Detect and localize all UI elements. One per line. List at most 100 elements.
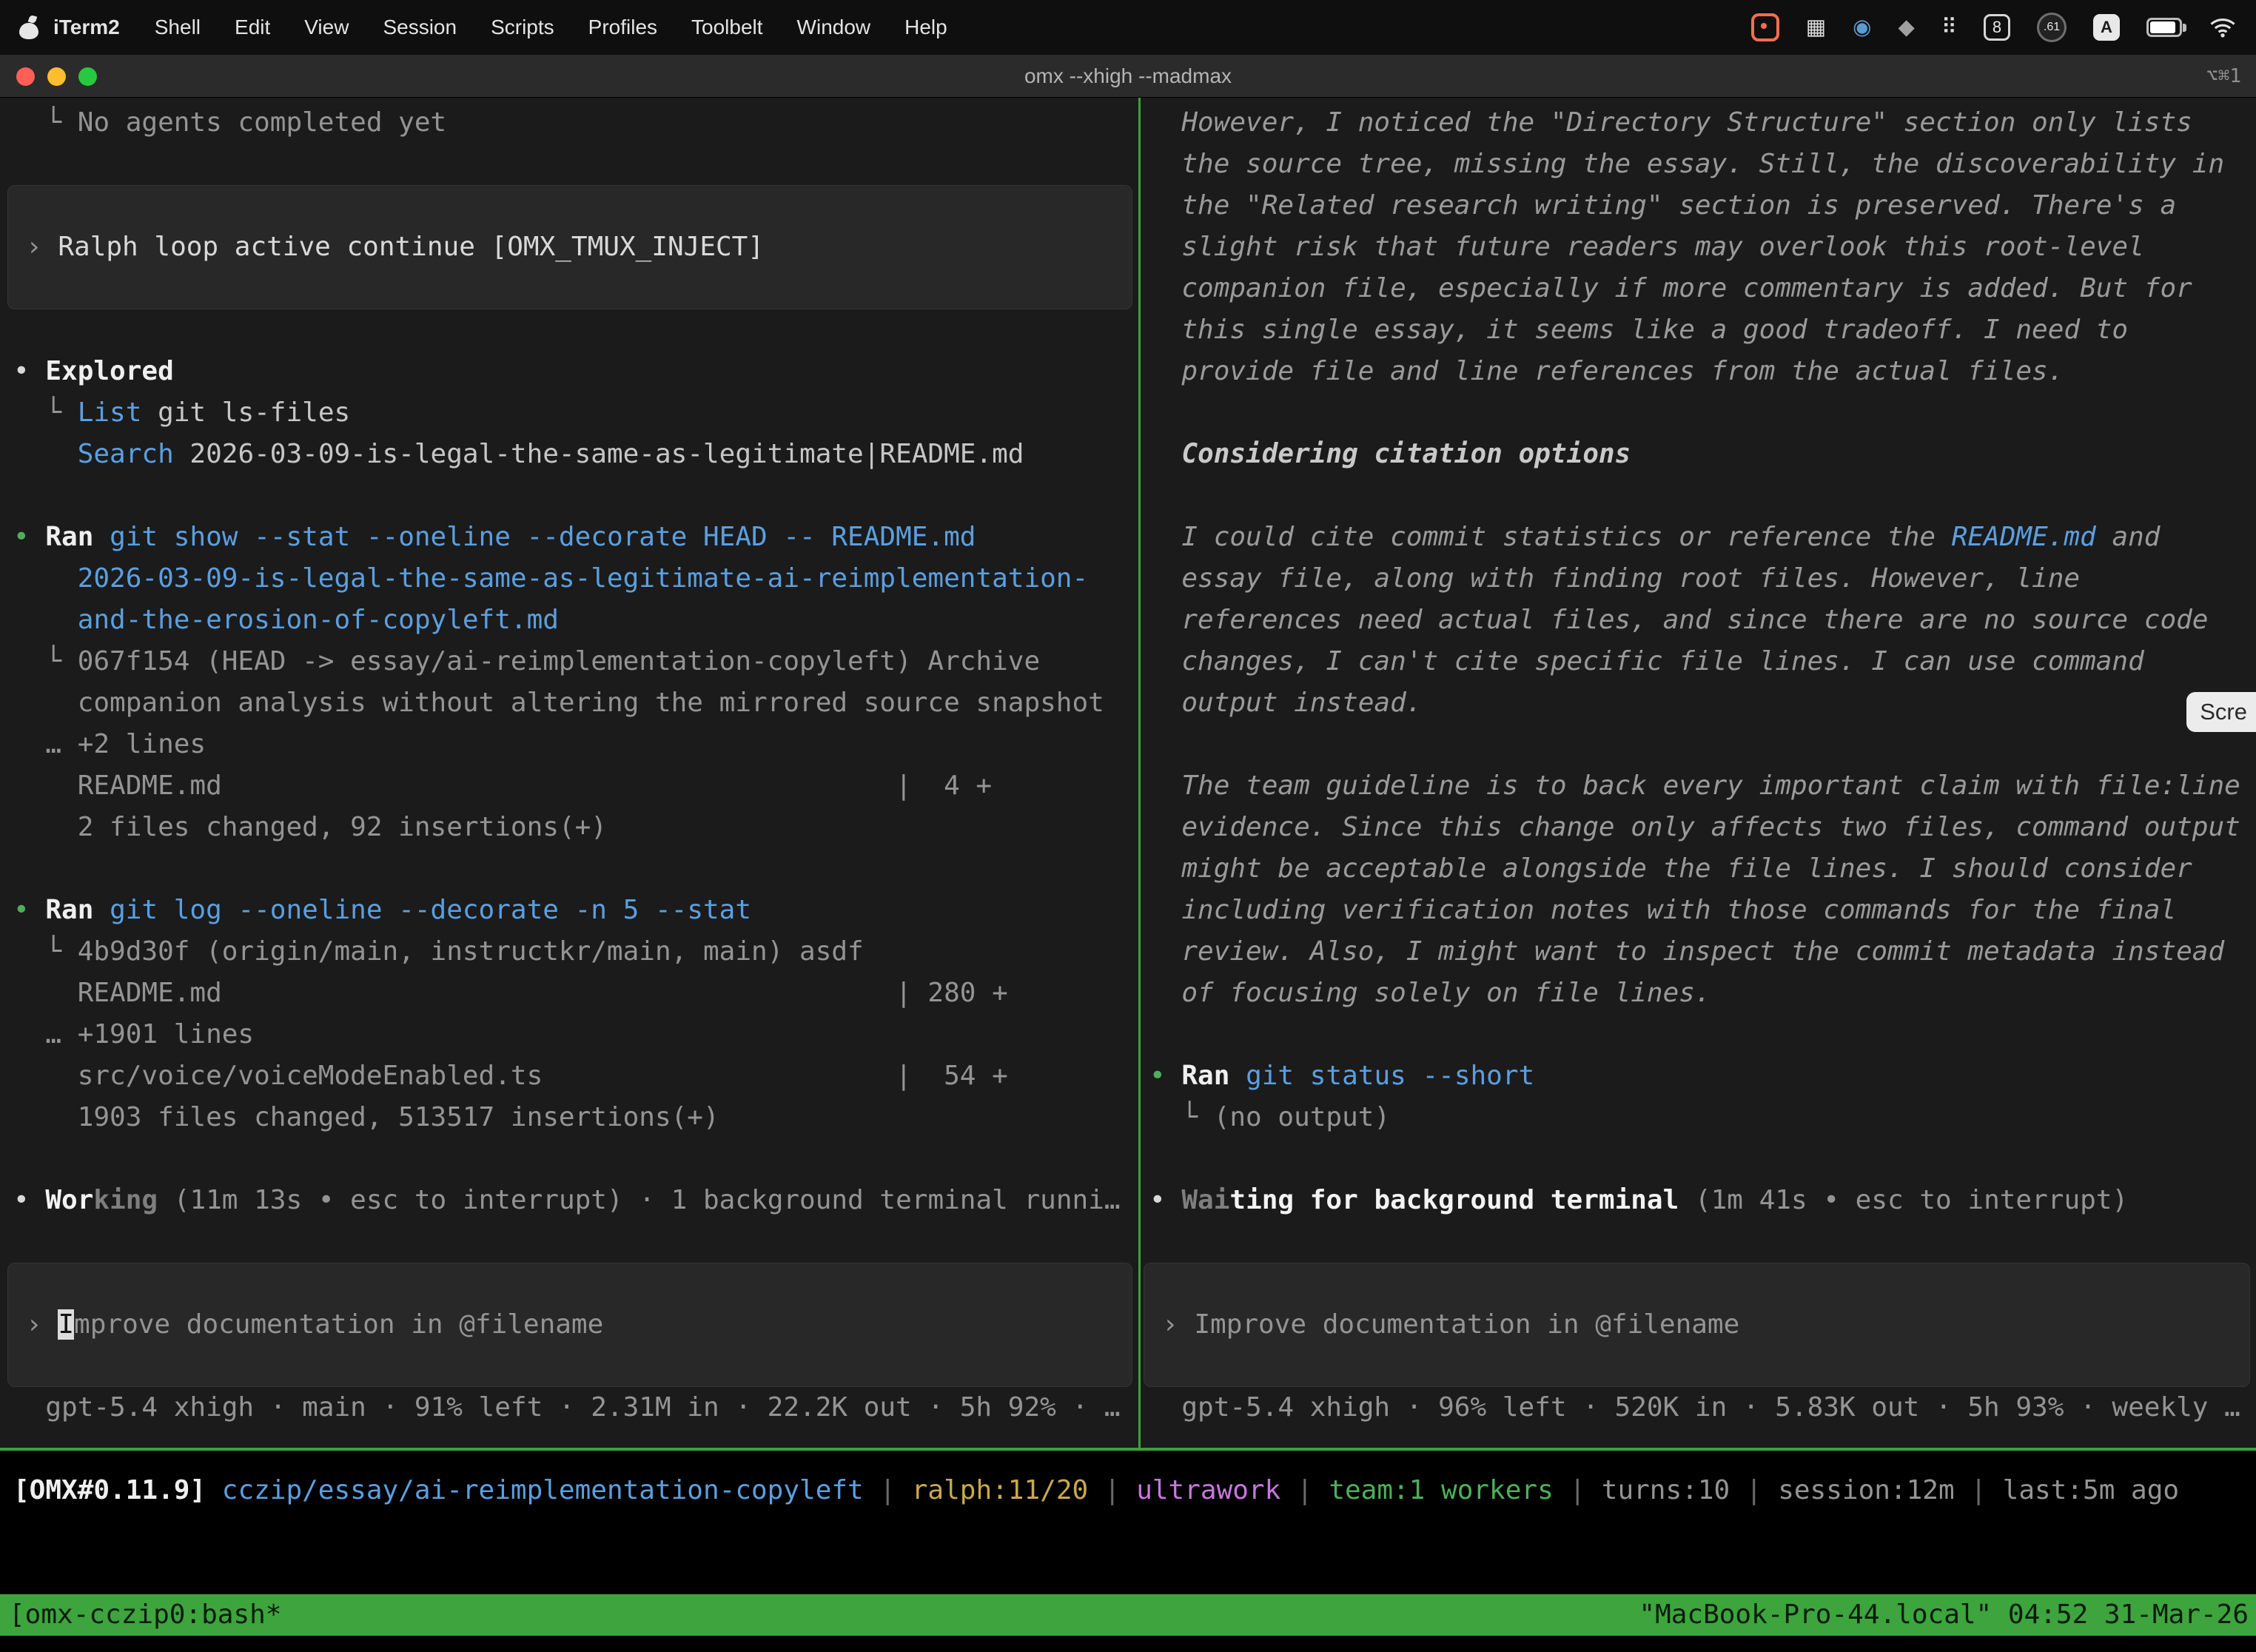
terminal-line: • Waiting for background terminal (1m 41… bbox=[1149, 1180, 2256, 1221]
menu-bar: iTerm2 ShellEditViewSessionScriptsProfil… bbox=[0, 0, 2256, 55]
terminal-line: the source tree, missing the essay. Stil… bbox=[1149, 144, 2256, 185]
text-segment: • bbox=[13, 1185, 45, 1215]
menu-edit[interactable]: Edit bbox=[218, 16, 287, 39]
text-segment: I bbox=[58, 1309, 74, 1340]
pane-border-horizontal bbox=[0, 1448, 2256, 1451]
window-title-bar[interactable]: omx --xhigh --madmax ⌥⌘1 bbox=[0, 55, 2256, 98]
text-segment: Ralph loop active continue [OMX_TMUX_INJ… bbox=[58, 232, 764, 262]
text-segment: README.md | 4 + bbox=[13, 770, 992, 801]
terminal-line: references need actual files, and since … bbox=[1149, 600, 2256, 641]
tmux-host-clock: "MacBook-Pro-44.local" 04:52 31-Mar-26 bbox=[1639, 1594, 2249, 1636]
terminal-blank-line bbox=[13, 1221, 1138, 1263]
tmux-session-label: [omx-cczip0:bash* bbox=[9, 1594, 281, 1636]
text-segment: Considering citation options bbox=[1149, 439, 1631, 469]
terminal-line: output instead. bbox=[1149, 682, 2256, 724]
right-pane[interactable]: However, I noticed the "Directory Struct… bbox=[1141, 98, 2256, 1448]
text-segment: last:5m ago bbox=[2003, 1475, 2179, 1505]
text-segment: cczip/essay/ai-reimplementation-copyleft bbox=[222, 1475, 864, 1505]
text-segment: └ (no output) bbox=[1149, 1102, 1390, 1132]
text-segment: … +1901 lines bbox=[13, 1019, 254, 1050]
text-segment: including verification notes with those … bbox=[1149, 895, 2176, 925]
text-segment: [OMX#0.11.9] bbox=[13, 1475, 222, 1505]
terminal-line: └ List git ls-files bbox=[13, 392, 1138, 434]
text-segment: Wor bbox=[45, 1185, 93, 1215]
keypad-icon[interactable]: 8 bbox=[1984, 14, 2010, 41]
menu-app-name[interactable]: iTerm2 bbox=[49, 16, 138, 39]
omx-status-line: [OMX#0.11.9] cczip/essay/ai-reimplementa… bbox=[13, 1470, 2179, 1511]
battery-icon[interactable] bbox=[2146, 18, 2182, 37]
text-segment: ultrawork bbox=[1136, 1475, 1280, 1505]
screen-recording-icon[interactable] bbox=[1751, 13, 1779, 41]
terminal-line: However, I noticed the "Directory Struct… bbox=[1149, 102, 2256, 144]
prompt-input-box[interactable]: › Improve documentation in @filename bbox=[1144, 1263, 2250, 1387]
window-grid-icon[interactable]: ▦ bbox=[1806, 15, 1826, 40]
menu-help[interactable]: Help bbox=[887, 16, 964, 39]
terminal-blank-line bbox=[1149, 1014, 2256, 1055]
gauge-icon[interactable]: .61 bbox=[2037, 13, 2067, 42]
terminal-blank-line bbox=[1149, 724, 2256, 765]
text-segment: • bbox=[13, 895, 45, 925]
menu-profiles[interactable]: Profiles bbox=[571, 16, 674, 39]
text-segment: └ No agents completed yet bbox=[13, 107, 446, 138]
menu-toolbelt[interactable]: Toolbelt bbox=[674, 16, 780, 39]
text-segment: … +2 lines bbox=[13, 729, 206, 759]
text-segment: | bbox=[864, 1475, 912, 1505]
text-segment: └ 4b9d30f (origin/main, instructkr/main,… bbox=[13, 936, 864, 967]
text-segment: • bbox=[1149, 1185, 1181, 1215]
screen-share-button[interactable]: Scre bbox=[2186, 692, 2256, 732]
text-segment: src/voice/voiceModeEnabled.ts | 54 + bbox=[13, 1061, 1008, 1091]
close-button[interactable] bbox=[16, 67, 35, 86]
terminal-line: • Ran git log --oneline --decorate -n 5 … bbox=[13, 890, 1138, 931]
apple-logo-icon[interactable] bbox=[19, 16, 38, 39]
text-segment: (1m 41s • esc to interrupt) bbox=[1679, 1185, 2128, 1215]
text-segment: › Improve documentation in @filename bbox=[1162, 1309, 1739, 1340]
menu-view[interactable]: View bbox=[287, 16, 366, 39]
traffic-lights bbox=[16, 67, 97, 86]
text-segment: (11m 13s • esc to interrupt) · 1 backgro… bbox=[158, 1185, 1120, 1215]
text-segment: and-the-erosion-of-copyleft.md bbox=[13, 605, 559, 635]
text-segment: Wai bbox=[1181, 1185, 1229, 1215]
text-segment: the source tree, missing the essay. Stil… bbox=[1149, 149, 2224, 179]
terminal-blank-line bbox=[13, 475, 1138, 517]
terminal-window: └ No agents completed yet › Ralph loop ac… bbox=[0, 98, 2256, 1448]
prompt-input-box[interactable]: › Improve documentation in @filename bbox=[7, 1263, 1132, 1387]
terminal-line: companion analysis without altering the … bbox=[13, 682, 1138, 724]
terminal-line: 2 files changed, 92 insertions(+) bbox=[13, 807, 1138, 848]
text-segment: 1903 files changed, 513517 insertions(+) bbox=[13, 1102, 719, 1132]
text-segment: Ran bbox=[45, 522, 110, 552]
terminal-line: … +2 lines bbox=[13, 724, 1138, 765]
terminal-blank-line bbox=[13, 848, 1138, 890]
app-grid-dots-icon[interactable]: ⠿ bbox=[1941, 15, 1957, 40]
text-segment: git show --stat --oneline --decorate HEA… bbox=[110, 522, 976, 552]
menu-window[interactable]: Window bbox=[780, 16, 888, 39]
text-segment: git ls-files bbox=[141, 397, 350, 428]
terminal-line: and-the-erosion-of-copyleft.md bbox=[13, 600, 1138, 641]
text-segment: | bbox=[1280, 1475, 1329, 1505]
minimize-button[interactable] bbox=[47, 67, 66, 86]
terminal-line: └ 067f154 (HEAD -> essay/ai-reimplementa… bbox=[13, 641, 1138, 682]
window-title: omx --xhigh --madmax bbox=[1024, 55, 1232, 98]
terminal-line: slight risk that future readers may over… bbox=[1149, 226, 2256, 268]
menu-shell[interactable]: Shell bbox=[138, 16, 218, 39]
left-pane[interactable]: └ No agents completed yet › Ralph loop ac… bbox=[0, 98, 1138, 1448]
terminal-blank-line bbox=[1149, 475, 2256, 517]
menu-scripts[interactable]: Scripts bbox=[474, 16, 571, 39]
menu-session[interactable]: Session bbox=[366, 16, 474, 39]
terminal-line: this single essay, it seems like a good … bbox=[1149, 309, 2256, 351]
text-segment: • bbox=[13, 522, 45, 552]
text-segment: essay file, along with finding root file… bbox=[1149, 563, 2080, 594]
text-segment: gpt-5.4 xhigh · 96% left · 520K in · 5.8… bbox=[1149, 1392, 2240, 1423]
text-segment: However, I noticed the "Directory Struct… bbox=[1149, 107, 2192, 138]
app-dark-icon[interactable]: ◆ bbox=[1898, 15, 1914, 40]
wifi-icon[interactable] bbox=[2209, 16, 2237, 38]
input-source-icon[interactable]: A bbox=[2093, 14, 2120, 41]
terminal-line: • Ran git show --stat --oneline --decora… bbox=[13, 517, 1138, 558]
text-segment: evidence. Since this change only affects… bbox=[1149, 812, 2240, 842]
terminal-blank-line bbox=[1149, 392, 2256, 434]
zoom-button[interactable] bbox=[78, 67, 97, 86]
prompt-input-box[interactable]: › Ralph loop active continue [OMX_TMUX_I… bbox=[7, 185, 1132, 309]
app-swirl-icon[interactable]: ◉ bbox=[1853, 15, 1871, 40]
text-segment: git status --short bbox=[1246, 1061, 1534, 1091]
text-segment: and bbox=[2096, 522, 2161, 552]
terminal-line: README.md | 280 + bbox=[13, 973, 1138, 1014]
